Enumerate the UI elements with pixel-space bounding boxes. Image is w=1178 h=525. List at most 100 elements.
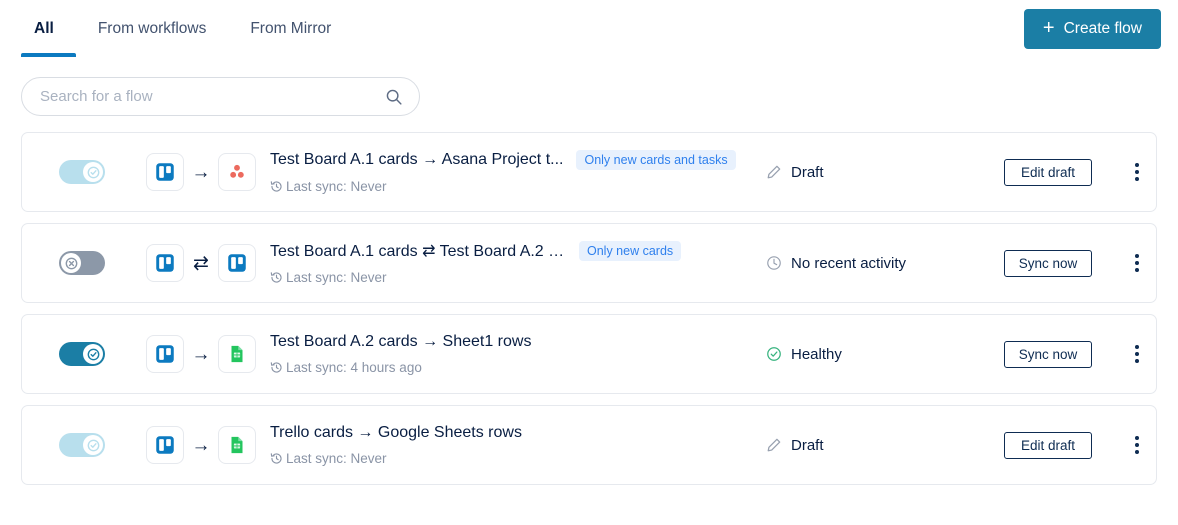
last-sync-text: Last sync: 4 hours ago <box>286 360 422 375</box>
asana-icon <box>218 153 256 191</box>
search-input[interactable] <box>21 77 420 116</box>
flow-action-cell: Edit draft <box>978 431 1118 459</box>
kebab-menu-icon[interactable] <box>1131 159 1143 185</box>
flow-enable-toggle[interactable] <box>59 160 105 184</box>
tab-from-workflows-label: From workflows <box>97 19 207 37</box>
edit-draft-button[interactable]: Edit draft <box>1004 431 1092 459</box>
arrow-right-icon: → <box>191 343 211 365</box>
last-sync-text: Last sync: Never <box>286 270 387 285</box>
flow-title-line: Trello cards → Google Sheets rows <box>270 424 766 442</box>
flow-last-sync: Last sync: Never <box>270 451 766 466</box>
flow-status-cell: No recent activity <box>766 255 978 272</box>
flow-action-cell: Sync now <box>978 249 1118 277</box>
trello-icon <box>218 244 256 282</box>
flow-toggle-cell <box>22 342 142 366</box>
flow-apps-cell: → <box>142 426 260 464</box>
close-icon <box>61 253 81 273</box>
check-circle-icon <box>766 346 782 362</box>
status-text: No recent activity <box>791 254 907 272</box>
flow-scope-badge: Only new cards <box>579 241 682 261</box>
flow-toggle-cell <box>22 160 142 184</box>
google-sheets-icon <box>218 426 256 464</box>
flow-title[interactable]: Test Board A.1 cards ⇄ Test Board A.2 c.… <box>270 241 566 261</box>
kebab-menu-icon[interactable] <box>1131 250 1143 276</box>
clock-icon <box>766 255 782 271</box>
flow-menu-cell <box>1118 432 1156 458</box>
flow-toggle-cell <box>22 251 142 275</box>
flow-action-cell: Edit draft <box>978 158 1118 186</box>
flow-title[interactable]: Trello cards → Google Sheets rows <box>270 424 522 442</box>
flow-toggle-cell <box>22 433 142 457</box>
flow-title[interactable]: Test Board A.1 cards → Asana Project t..… <box>270 151 563 169</box>
tab-bar: All From workflows From Mirror + Create … <box>0 0 1178 57</box>
tab-from-mirror[interactable]: From Mirror <box>228 0 353 57</box>
edit-draft-button[interactable]: Edit draft <box>1004 158 1092 186</box>
arrows-two-way-icon: ⇄ <box>193 252 209 274</box>
sync-now-button[interactable]: Sync now <box>1003 249 1093 277</box>
flow-last-sync: Last sync: Never <box>270 179 766 194</box>
table-row[interactable]: ⇄ Test Board A.1 cards ⇄ Test Board A.2 … <box>21 223 1157 303</box>
flow-title-line: Test Board A.1 cards → Asana Project t..… <box>270 150 766 170</box>
status-text: Healthy <box>791 345 842 363</box>
tab-all[interactable]: All <box>21 0 76 57</box>
flow-apps-cell: ⇄ <box>142 244 260 282</box>
flow-apps-cell: → <box>142 335 260 373</box>
create-flow-button[interactable]: + Create flow <box>1023 9 1161 49</box>
flow-scope-badge: Only new cards and tasks <box>576 150 736 170</box>
google-sheets-icon <box>218 335 256 373</box>
history-icon <box>270 452 283 465</box>
last-sync-text: Last sync: Never <box>286 451 387 466</box>
flow-enable-toggle[interactable] <box>59 433 105 457</box>
flow-title[interactable]: Test Board A.2 cards → Sheet1 rows <box>270 333 531 351</box>
tab-all-label: All <box>34 19 54 37</box>
flow-info-cell: Trello cards → Google Sheets rows Last s… <box>260 424 766 466</box>
table-row[interactable]: → Trello cards → Google Sheets rows Last… <box>21 405 1157 485</box>
table-row[interactable]: → Test Board A.1 cards → Asana Project t… <box>21 132 1157 212</box>
trello-icon <box>146 153 184 191</box>
flow-status-cell: Draft <box>766 164 978 181</box>
flow-menu-cell <box>1118 341 1156 367</box>
check-icon <box>83 344 103 364</box>
flow-title-line: Test Board A.2 cards → Sheet1 rows <box>270 333 766 351</box>
flow-last-sync: Last sync: Never <box>270 270 766 285</box>
arrow-right-icon: → <box>191 434 211 456</box>
flow-menu-cell <box>1118 159 1156 185</box>
table-row[interactable]: → Test Board A.2 cards → Sheet1 rows Las… <box>21 314 1157 394</box>
history-icon <box>270 180 283 193</box>
trello-icon <box>146 335 184 373</box>
flow-enable-toggle[interactable] <box>59 251 105 275</box>
flow-last-sync: Last sync: 4 hours ago <box>270 360 766 375</box>
history-icon <box>270 271 283 284</box>
trello-icon <box>146 426 184 464</box>
check-icon <box>83 162 103 182</box>
search-section <box>0 57 1178 116</box>
check-icon <box>83 435 103 455</box>
status-text: Draft <box>791 163 824 181</box>
flow-list: → Test Board A.1 cards → Asana Project t… <box>0 116 1178 485</box>
pencil-icon <box>766 437 782 453</box>
last-sync-text: Last sync: Never <box>286 179 387 194</box>
tab-from-workflows[interactable]: From workflows <box>76 0 229 57</box>
flow-info-cell: Test Board A.1 cards ⇄ Test Board A.2 c.… <box>260 241 766 285</box>
pencil-icon <box>766 164 782 180</box>
flow-title-line: Test Board A.1 cards ⇄ Test Board A.2 c.… <box>270 241 766 261</box>
kebab-menu-icon[interactable] <box>1131 432 1143 458</box>
status-text: Draft <box>791 436 824 454</box>
flow-menu-cell <box>1118 250 1156 276</box>
trello-icon <box>146 244 184 282</box>
tab-from-mirror-label: From Mirror <box>250 19 332 37</box>
flow-status-cell: Draft <box>766 437 978 454</box>
kebab-menu-icon[interactable] <box>1131 341 1143 367</box>
sync-now-button[interactable]: Sync now <box>1003 340 1093 368</box>
create-flow-label: Create flow <box>1063 20 1142 37</box>
flow-status-cell: Healthy <box>766 346 978 363</box>
tab-list: All From workflows From Mirror <box>21 0 353 57</box>
flow-apps-cell: → <box>142 153 260 191</box>
history-icon <box>270 361 283 374</box>
search-box <box>21 77 420 116</box>
flow-action-cell: Sync now <box>978 340 1118 368</box>
flow-info-cell: Test Board A.1 cards → Asana Project t..… <box>260 150 766 194</box>
flow-enable-toggle[interactable] <box>59 342 105 366</box>
arrow-right-icon: → <box>191 161 211 183</box>
flow-info-cell: Test Board A.2 cards → Sheet1 rows Last … <box>260 333 766 375</box>
